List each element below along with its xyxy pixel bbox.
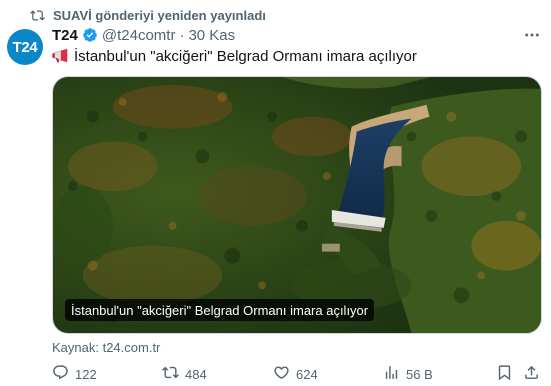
bookmark-icon: [496, 364, 513, 384]
author-handle[interactable]: @t24comtr: [102, 27, 176, 44]
repost-indicator[interactable]: SUAVİ gönderiyi yeniden yayınladı: [30, 6, 266, 24]
heart-icon: [273, 364, 290, 384]
card-title-overlay: İstanbul'un "akciğeri" Belgrad Ormanı im…: [65, 299, 375, 321]
tweet-header: T24 @t24comtr · 30 Kas: [52, 25, 539, 45]
forest-lake-photo: [53, 77, 541, 333]
author-name[interactable]: T24: [52, 27, 78, 44]
share-button[interactable]: [523, 364, 540, 384]
repost-button[interactable]: 484: [162, 364, 207, 384]
megaphone-emoji-icon: [52, 48, 70, 64]
views-count: 56 B: [406, 366, 433, 382]
like-count: 624: [296, 366, 318, 382]
separator-dot: ·: [179, 26, 185, 44]
reply-button[interactable]: 122: [52, 364, 97, 384]
link-card[interactable]: İstanbul'un "akciğeri" Belgrad Ormanı im…: [52, 76, 542, 334]
tweet-time[interactable]: 30 Kas: [188, 27, 235, 44]
avatar-text: T24: [12, 38, 38, 56]
tweet-text: İstanbul'un "akciğeri" Belgrad Ormanı im…: [52, 46, 417, 66]
share-icon: [523, 364, 540, 384]
reply-icon: [52, 364, 69, 384]
card-source[interactable]: Kaynak: t24.com.tr: [52, 339, 160, 355]
more-icon[interactable]: [522, 25, 542, 45]
like-button[interactable]: 624: [273, 364, 318, 384]
repost-text: SUAVİ gönderiyi yeniden yayınladı: [53, 7, 266, 23]
reply-count: 122: [75, 366, 97, 382]
bookmark-button[interactable]: [496, 364, 513, 384]
repost-icon: [30, 8, 45, 23]
views-icon: [383, 364, 400, 384]
repost-icon: [162, 364, 179, 384]
verified-badge-icon[interactable]: [82, 27, 98, 43]
action-bar: 122 484 624 56 B: [52, 364, 542, 384]
repost-count: 484: [185, 366, 207, 382]
views-button[interactable]: 56 B: [383, 364, 433, 384]
tweet-body: İstanbul'un "akciğeri" Belgrad Ormanı im…: [74, 47, 417, 65]
avatar[interactable]: T24: [7, 29, 43, 65]
